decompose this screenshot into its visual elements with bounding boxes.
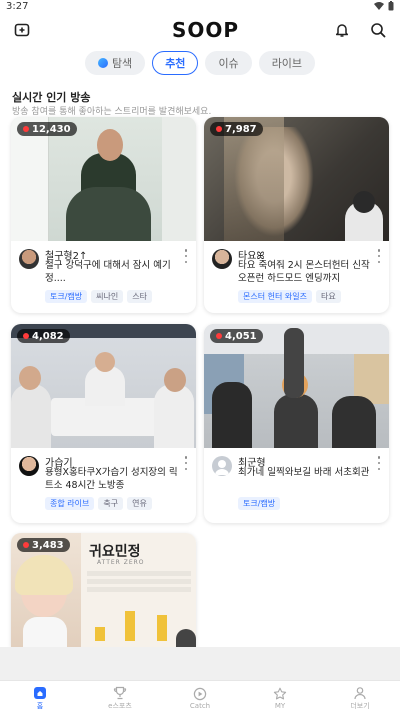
stream-card[interactable]: 4,051 최군형 최가네 일찍와보길 바래 서초회관 토크/캠방 — [204, 324, 389, 523]
stream-title[interactable]: 타요 죽여줘 2시 몬스터헌터 신작 오픈런 하드모드 엔딩까지 — [238, 259, 373, 285]
category-tag[interactable]: 토크/캠방 — [238, 497, 281, 510]
more-options-icon[interactable] — [182, 456, 190, 470]
viewer-count-badge: 3,483 — [17, 538, 70, 552]
bottom-navigation: 홈 e스포츠 Catch MY 더보기 — [0, 680, 400, 715]
tab-label: 탐색 — [111, 57, 133, 70]
stream-card[interactable]: 4,082 가습기 용형X홍타쿠X가습기 성지장의 릭트소 48시간 노방종 종… — [11, 324, 196, 523]
nav-label: e스포츠 — [108, 701, 132, 710]
tab-issue[interactable]: 이슈 — [205, 51, 252, 75]
stream-title[interactable]: 철구 강덕구에 대해서 잠시 예기 정.... — [45, 259, 180, 285]
tab-recommend[interactable]: 추천 — [152, 51, 199, 75]
viewer-count-badge: 4,051 — [210, 329, 263, 343]
nav-esports[interactable]: e스포츠 — [80, 681, 160, 715]
tag[interactable]: 씨나인 — [91, 290, 124, 303]
nav-label: 홈 — [36, 701, 44, 710]
add-video-icon — [14, 23, 30, 37]
add-video-button[interactable] — [12, 20, 32, 40]
live-dot — [23, 333, 29, 339]
live-dot — [216, 333, 222, 339]
viewer-count: 4,082 — [32, 330, 64, 342]
nav-more[interactable]: 더보기 — [320, 681, 400, 715]
person-icon — [354, 686, 366, 699]
tab-label: 라이브 — [271, 57, 303, 70]
live-dot — [23, 542, 29, 548]
section-subtitle: 방송 참여를 통해 좋아하는 스트리머를 발견해보세요. — [12, 107, 212, 117]
category-tag[interactable]: 몬스터 헌터 와일즈 — [238, 290, 312, 303]
tab-explore[interactable]: 탐색 — [84, 51, 146, 75]
viewer-count: 12,430 — [32, 123, 71, 135]
viewer-count: 7,987 — [225, 123, 257, 135]
nav-label: 더보기 — [350, 701, 370, 710]
avatar[interactable] — [212, 456, 232, 476]
avatar[interactable] — [212, 249, 232, 269]
nav-label: MY — [274, 701, 286, 710]
wifi-icon — [374, 1, 384, 10]
category-tabs: 탐색 추천 이슈 라이브 — [0, 51, 400, 77]
trophy-icon — [113, 686, 127, 699]
app-header: SOOP — [0, 12, 400, 48]
notification-button[interactable] — [332, 20, 352, 40]
default-avatar-icon — [215, 460, 229, 475]
avatar[interactable] — [19, 456, 39, 476]
viewer-count-badge: 4,082 — [17, 329, 70, 343]
tab-label: 추천 — [165, 57, 186, 70]
star-icon — [273, 687, 287, 699]
tag[interactable]: 타요 — [315, 290, 341, 303]
battery-icon — [388, 1, 394, 11]
stream-title[interactable]: 최가네 일찍와보길 바래 서초회관 — [238, 466, 373, 492]
tab-live[interactable]: 라이브 — [258, 51, 316, 75]
home-icon — [34, 686, 46, 699]
stream-thumbnail[interactable]: 12,430 — [11, 117, 196, 241]
viewer-count: 4,051 — [225, 330, 257, 342]
stream-thumbnail[interactable]: 귀요민정 ATTER ZERO 3,483 — [11, 533, 196, 647]
live-dot — [216, 126, 222, 132]
viewer-count-badge: 12,430 — [17, 122, 77, 136]
stream-card[interactable]: 7,987 타요ꕤ 타요 죽여줘 2시 몬스터헌터 신작 오픈런 하드모드 엔딩… — [204, 117, 389, 313]
viewer-count: 3,483 — [32, 539, 64, 551]
more-options-icon[interactable] — [375, 249, 383, 263]
soop-logo[interactable]: SOOP — [172, 18, 239, 42]
category-tag[interactable]: 종합 라이브 — [45, 497, 95, 510]
status-icons — [374, 1, 394, 11]
tag[interactable]: 스타 — [127, 290, 152, 303]
avatar[interactable] — [19, 249, 39, 269]
stream-thumbnail[interactable]: 7,987 — [204, 117, 389, 241]
search-icon — [371, 23, 386, 38]
more-options-icon[interactable] — [182, 249, 190, 263]
tab-label: 이슈 — [218, 57, 239, 70]
tag[interactable]: 연유 — [127, 497, 152, 510]
more-options-icon[interactable] — [375, 456, 383, 470]
nav-catch[interactable]: Catch — [160, 681, 240, 715]
tag[interactable]: 축구 — [98, 497, 124, 510]
scroll-area-bottom — [0, 647, 400, 680]
status-bar: 3:27 — [0, 0, 400, 12]
stream-card[interactable]: 12,430 철구형2↑ 철구 강덕구에 대해서 잠시 예기 정.... 토크/… — [11, 117, 196, 313]
nav-home[interactable]: 홈 — [0, 681, 80, 715]
stream-title[interactable]: 용형X홍타쿠X가습기 성지장의 릭트소 48시간 노방종 — [45, 466, 180, 492]
compass-icon — [97, 58, 108, 68]
status-time: 3:27 — [6, 0, 29, 12]
nav-my[interactable]: MY — [240, 681, 320, 715]
play-circle-icon — [193, 687, 207, 700]
search-button[interactable] — [368, 20, 388, 40]
overlay-title: 귀요민정 — [89, 544, 141, 560]
nav-label: Catch — [189, 701, 211, 710]
stream-thumbnail[interactable]: 4,051 — [204, 324, 389, 448]
live-dot — [23, 126, 29, 132]
bell-icon — [335, 24, 349, 37]
stream-thumbnail[interactable]: 4,082 — [11, 324, 196, 448]
category-tag[interactable]: 토크/캠방 — [45, 290, 88, 303]
stream-card[interactable]: 귀요민정 ATTER ZERO 3,483 — [11, 533, 196, 647]
viewer-count-badge: 7,987 — [210, 122, 263, 136]
overlay-subtitle: ATTER ZERO — [97, 559, 145, 566]
section-title: 실시간 인기 방송 — [12, 91, 91, 104]
